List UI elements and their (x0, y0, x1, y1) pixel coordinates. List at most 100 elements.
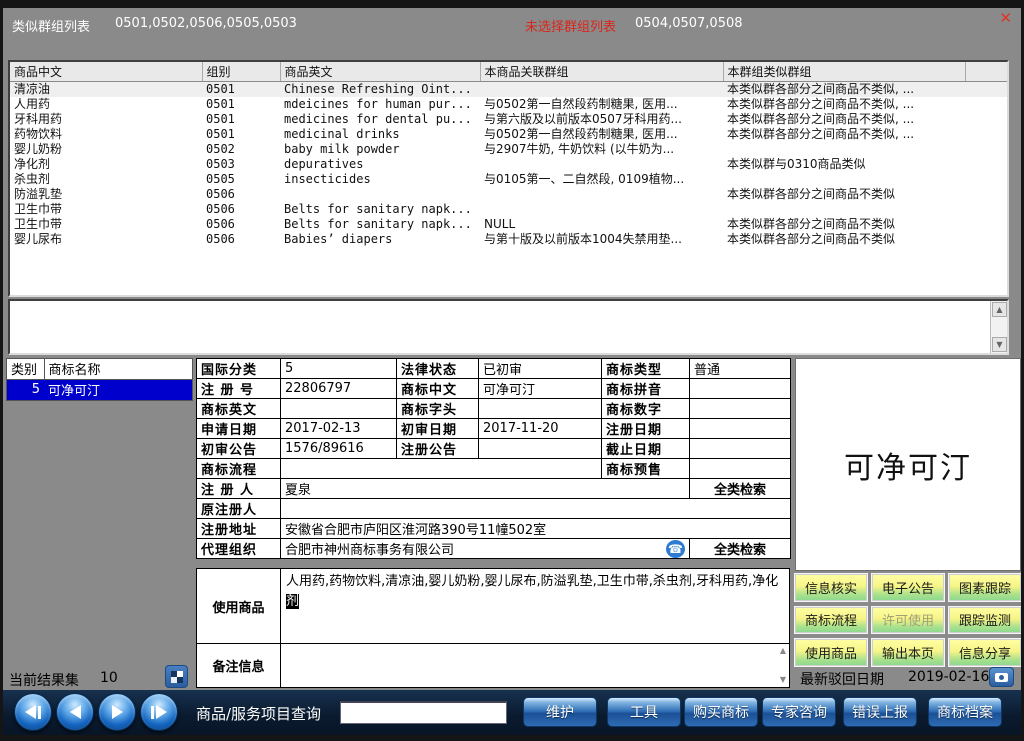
table-cell: 与第六版及以前版本0507牙科用药... (480, 112, 723, 127)
maintain-button[interactable]: 维护 (523, 697, 597, 727)
table-cell: 婴儿尿布 (10, 232, 202, 247)
remarks-value[interactable]: ▲ ▼ (281, 644, 789, 687)
goods-row[interactable]: 牙科用药0501medicines for dental pu...与第六版及以… (10, 112, 1007, 127)
col-header-group[interactable]: 组别 (202, 62, 280, 81)
rejection-date-label: 最新驳回日期 (800, 669, 884, 689)
goods-in-use-text: 人用药,药物饮料,清凉油,婴儿奶粉,婴儿尿布,防溢乳垫,卫生巾带,杀虫剂,牙科用… (286, 574, 778, 589)
tm-en-value (281, 399, 397, 419)
error-report-button[interactable]: 错误上报 (843, 697, 917, 727)
goods-row[interactable]: 药物饮料0501medicinal drinks与0502第一自然段药制糖果, … (10, 127, 1007, 142)
table-cell: 与2907牛奶, 牛奶饮料 (以牛奶为... (480, 142, 723, 157)
tm-type-label: 商标类型 (602, 359, 690, 379)
goods-service-search-input[interactable] (340, 701, 507, 724)
table-cell: 0503 (202, 157, 280, 172)
remarks-scroll-up-icon[interactable]: ▲ (780, 647, 786, 655)
goods-in-use-label: 使用商品 (197, 569, 281, 643)
col-header-goods-en[interactable]: 商品英文 (280, 62, 480, 81)
trademark-result-list: 类别 商标名称 5 可净可汀 (6, 358, 193, 401)
table-cell: 0506 (202, 187, 280, 202)
table-cell (965, 127, 1007, 142)
result-set-label: 当前结果集 (9, 670, 79, 690)
table-cell (965, 232, 1007, 247)
col-header-related-groups[interactable]: 本商品关联群组 (480, 62, 723, 81)
table-cell: 卫生巾带 (10, 202, 202, 217)
rejection-date-value: 2019-02-16 (908, 669, 989, 685)
goods-row[interactable]: 清凉油0501Chinese Refreshing Oint...本类似群各部分… (10, 81, 1007, 97)
reg-gazette-value (479, 439, 602, 459)
camera-icon[interactable] (989, 667, 1014, 687)
registrant-full-search-link[interactable]: 全类检索 (690, 479, 791, 499)
table-cell (723, 142, 965, 157)
result-row-selected[interactable]: 5 可净可汀 (7, 379, 192, 400)
presale-value (690, 459, 791, 479)
goods-row[interactable]: 杀虫剂0505insecticides与0105第一、二自然段, 0109植物.… (10, 172, 1007, 187)
tm-en-label: 商标英文 (197, 399, 281, 419)
last-record-button[interactable] (140, 693, 178, 731)
close-icon[interactable]: ✕ (999, 11, 1012, 26)
detail-scrollbar[interactable]: ▲ ▼ (990, 301, 1007, 353)
goods-row[interactable]: 婴儿尿布0506Babies’ diapers与第十版及以前版本1004失禁用垫… (10, 232, 1007, 247)
goods-row[interactable]: 净化剂0503depuratives本类似群与0310商品类似 (10, 157, 1007, 172)
info-share-button[interactable]: 信息分享 (949, 639, 1021, 666)
goods-row[interactable]: 防溢乳垫0506本类似群各部分之间商品不类似 (10, 187, 1007, 202)
group-detail-panel: ▲ ▼ (8, 299, 1009, 355)
previous-record-button[interactable] (56, 693, 94, 731)
next-record-button[interactable] (98, 693, 136, 731)
table-cell (965, 157, 1007, 172)
scroll-up-icon[interactable]: ▲ (992, 302, 1007, 317)
table-cell (280, 187, 480, 202)
scroll-down-icon[interactable]: ▼ (992, 337, 1007, 352)
first-record-button[interactable] (14, 693, 52, 731)
agency-full-search-link[interactable]: 全类检索 (690, 539, 791, 559)
table-cell: 与0502第一自然段药制糖果, 医用... (480, 97, 723, 112)
agency-value-cell: 合肥市神州商标事务有限公司 ☎ (281, 539, 690, 559)
table-cell (723, 202, 965, 217)
table-cell: 0505 (202, 172, 280, 187)
former-registrant-value (281, 499, 791, 519)
table-cell (965, 202, 1007, 217)
e-gazette-button[interactable]: 电子公告 (872, 574, 944, 601)
last-record-icon (156, 705, 167, 719)
tm-process-button[interactable]: 商标流程 (795, 607, 867, 634)
process-label: 商标流程 (197, 459, 281, 479)
phone-icon[interactable]: ☎ (666, 540, 685, 558)
table-cell: 与第十版及以前版本1004失禁用垫... (480, 232, 723, 247)
goods-row[interactable]: 人用药0501mdeicines for human pur...与0502第一… (10, 97, 1007, 112)
grid-icon[interactable] (165, 665, 188, 688)
table-cell (965, 112, 1007, 127)
first-record-icon (25, 705, 36, 719)
export-page-button[interactable]: 输出本页 (872, 639, 944, 666)
col-header-goods-cn[interactable]: 商品中文 (10, 62, 202, 81)
table-cell: 本类似群各部分之间商品不类似 (723, 217, 965, 232)
table-cell: 0501 (202, 97, 280, 112)
table-cell: 0502 (202, 142, 280, 157)
tm-prefix-label: 商标字头 (397, 399, 479, 419)
col-header-similar-groups[interactable]: 本群组类似群组 (723, 62, 965, 81)
buy-trademark-button[interactable]: 购买商标 (684, 697, 758, 727)
goods-in-use-value[interactable]: 人用药,药物饮料,清凉油,婴儿奶粉,婴儿尿布,防溢乳垫,卫生巾带,杀虫剂,牙科用… (281, 569, 789, 643)
next-record-icon (112, 705, 123, 719)
table-cell: 本类似群各部分之间商品不类似, ... (723, 127, 965, 142)
expert-consult-button[interactable]: 专家咨询 (762, 697, 836, 727)
reg-address-value: 安徽省合肥市庐阳区淮河路390号11幢502室 (281, 519, 791, 539)
tools-button[interactable]: 工具 (607, 697, 681, 727)
table-cell: 本类似群各部分之间商品不类似, ... (723, 112, 965, 127)
trademark-archive-button[interactable]: 商标档案 (928, 697, 1002, 727)
similar-groups-label: 类似群组列表 (12, 16, 90, 35)
image-track-button[interactable]: 图素跟踪 (949, 574, 1021, 601)
action-buttons-grid: 信息核实 电子公告 图素跟踪 商标流程 许可使用 跟踪监测 使用商品 输出本页 … (795, 574, 1021, 666)
goods-row[interactable]: 卫生巾带0506Belts for sanitary napk... (10, 202, 1007, 217)
license-use-button[interactable]: 许可使用 (872, 607, 944, 634)
remarks-scroll-down-icon[interactable]: ▼ (780, 676, 786, 684)
table-cell: mdeicines for human pur... (280, 97, 480, 112)
info-verify-button[interactable]: 信息核实 (795, 574, 867, 601)
app-window: 类似群组列表 0501,0502,0506,0505,0503 未选择群组列表 … (0, 0, 1024, 741)
col-header-class[interactable]: 类别 (7, 359, 44, 379)
goods-in-use-selected-text: 剂 (286, 594, 299, 609)
goods-in-use-button[interactable]: 使用商品 (795, 639, 867, 666)
track-monitor-button[interactable]: 跟踪监测 (949, 607, 1021, 634)
table-cell: 防溢乳垫 (10, 187, 202, 202)
goods-row[interactable]: 婴儿奶粉0502baby milk powder与2907牛奶, 牛奶饮料 (以… (10, 142, 1007, 157)
col-header-tm-name[interactable]: 商标名称 (44, 359, 192, 379)
goods-row[interactable]: 卫生巾带0506Belts for sanitary napk...NULL本类… (10, 217, 1007, 232)
